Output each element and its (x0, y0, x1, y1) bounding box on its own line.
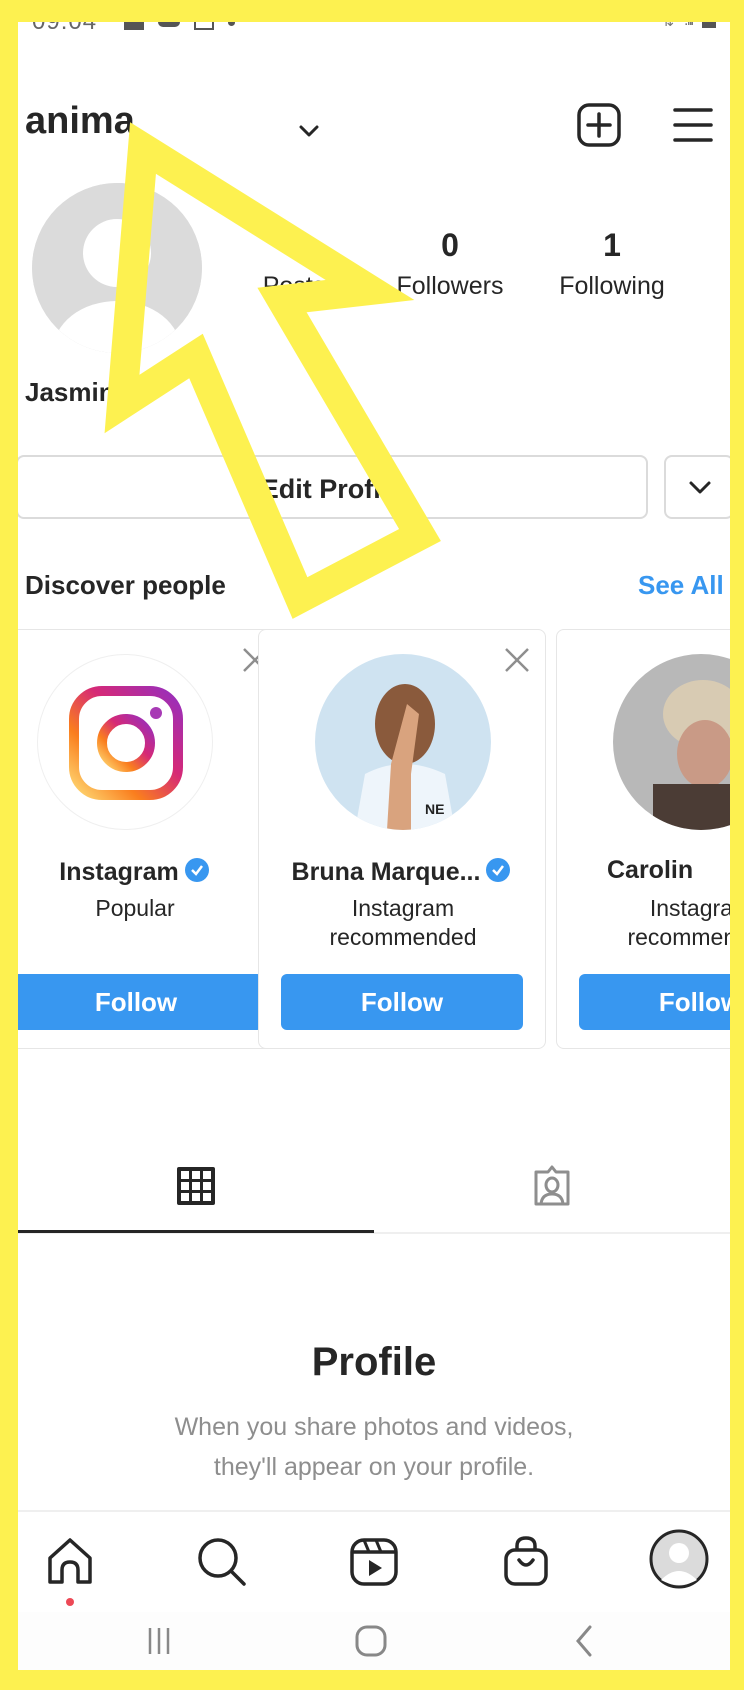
instagram-logo-icon (69, 686, 183, 800)
suggestion-reason: Instagram recommended (329, 895, 477, 950)
suggestion-name[interactable]: Carolin (607, 856, 730, 885)
chevron-down-icon (689, 481, 711, 494)
stat-followers[interactable]: 0 Followers (370, 227, 530, 301)
follow-button[interactable]: Follow (579, 974, 730, 1030)
see-all-link[interactable]: See All (638, 570, 724, 601)
close-icon[interactable] (503, 646, 531, 674)
profile-photo-icon: NE (315, 654, 491, 830)
suggestion-name-text: Carolin (607, 856, 694, 884)
discover-toggle-button[interactable] (664, 455, 730, 519)
gallery-icon (124, 22, 144, 30)
stat-value: 0 (441, 227, 459, 263)
empty-state-title: Profile (311, 1340, 437, 1384)
search-icon[interactable] (194, 1534, 250, 1590)
stat-value: 1 (603, 227, 621, 263)
grid-icon (177, 1167, 215, 1205)
suggestion-card: NE Bruna Marque... Instagram recommended… (258, 629, 546, 1049)
verified-badge-icon (184, 858, 209, 882)
chevron-down-icon[interactable] (296, 118, 322, 144)
cloud-icon (158, 22, 180, 27)
display-name: Jasmina (25, 377, 130, 407)
default-avatar-icon (32, 183, 202, 353)
home-icon[interactable] (42, 1534, 98, 1590)
reels-icon[interactable] (346, 1534, 402, 1590)
profile-avatar[interactable] (32, 183, 202, 353)
verified-badge-icon (486, 858, 511, 882)
svg-text:NE: NE (425, 801, 444, 817)
recents-icon[interactable] (142, 1624, 176, 1658)
tab-tagged[interactable] (374, 1142, 730, 1230)
battery-icon (702, 22, 716, 28)
suggestion-name[interactable]: Instagram (18, 856, 283, 887)
system-navigation-bar (18, 1612, 730, 1670)
suggestion-card: Carolin Instagram recommended Follow (556, 629, 730, 1049)
edit-profile-button[interactable]: Edit Profile (18, 455, 648, 519)
discover-people-title: Discover people (25, 570, 226, 600)
profile-avatar-icon[interactable] (648, 1528, 710, 1590)
stat-posts[interactable]: 0 Posts (214, 227, 374, 301)
empty-state-line: When you share photos and videos, (174, 1413, 574, 1441)
follow-button[interactable]: Follow (18, 974, 263, 1030)
stat-value: 0 (285, 227, 303, 263)
bottom-navigation (18, 1510, 730, 1612)
news-icon (194, 22, 214, 30)
status-time: 09:04 (32, 22, 97, 36)
empty-state-text: When you share photos and videos, they'l… (18, 1407, 730, 1487)
tab-grid[interactable] (18, 1142, 374, 1233)
hamburger-menu-icon[interactable] (672, 104, 714, 146)
tagged-person-icon (534, 1165, 570, 1206)
stat-label: Posts (262, 272, 326, 300)
data-transfer-icon: ⇅ (662, 22, 674, 30)
username-switcher[interactable]: anima (25, 100, 135, 143)
stat-label: Followers (396, 272, 504, 300)
notification-dot (66, 1598, 74, 1606)
profile-header: anima (18, 74, 730, 147)
suggestion-name-text: Bruna Marque... (291, 858, 481, 886)
suggestion-reason: Popular (95, 895, 175, 921)
signal-icon: .ıll (684, 22, 694, 30)
back-icon[interactable] (568, 1624, 602, 1658)
suggestion-card: Instagram Popular Follow (18, 629, 284, 1049)
profile-tabs (18, 1142, 730, 1234)
phone-screen: 09:04 ⇅ .ıll anima (18, 22, 730, 1670)
profile-photo-icon (613, 654, 730, 830)
follow-button[interactable]: Follow (281, 974, 523, 1030)
plus-square-icon[interactable] (576, 102, 622, 148)
shopping-bag-icon[interactable] (498, 1534, 554, 1590)
suggestion-avatar[interactable]: NE (315, 654, 491, 830)
suggestion-avatar[interactable] (613, 654, 730, 830)
empty-state-line: they'll appear on your profile. (213, 1453, 535, 1481)
suggestion-name[interactable]: Bruna Marque... (259, 856, 545, 887)
suggestion-reason: Instagram recommended (627, 895, 730, 950)
status-bar: 09:04 ⇅ .ıll (18, 22, 730, 38)
suggestion-avatar[interactable] (37, 654, 213, 830)
home-circle-icon[interactable] (354, 1624, 388, 1658)
suggestion-name-text: Instagram (59, 858, 179, 886)
dot-icon (228, 22, 235, 26)
stat-label: Following (559, 272, 665, 300)
stat-following[interactable]: 1 Following (532, 227, 692, 301)
